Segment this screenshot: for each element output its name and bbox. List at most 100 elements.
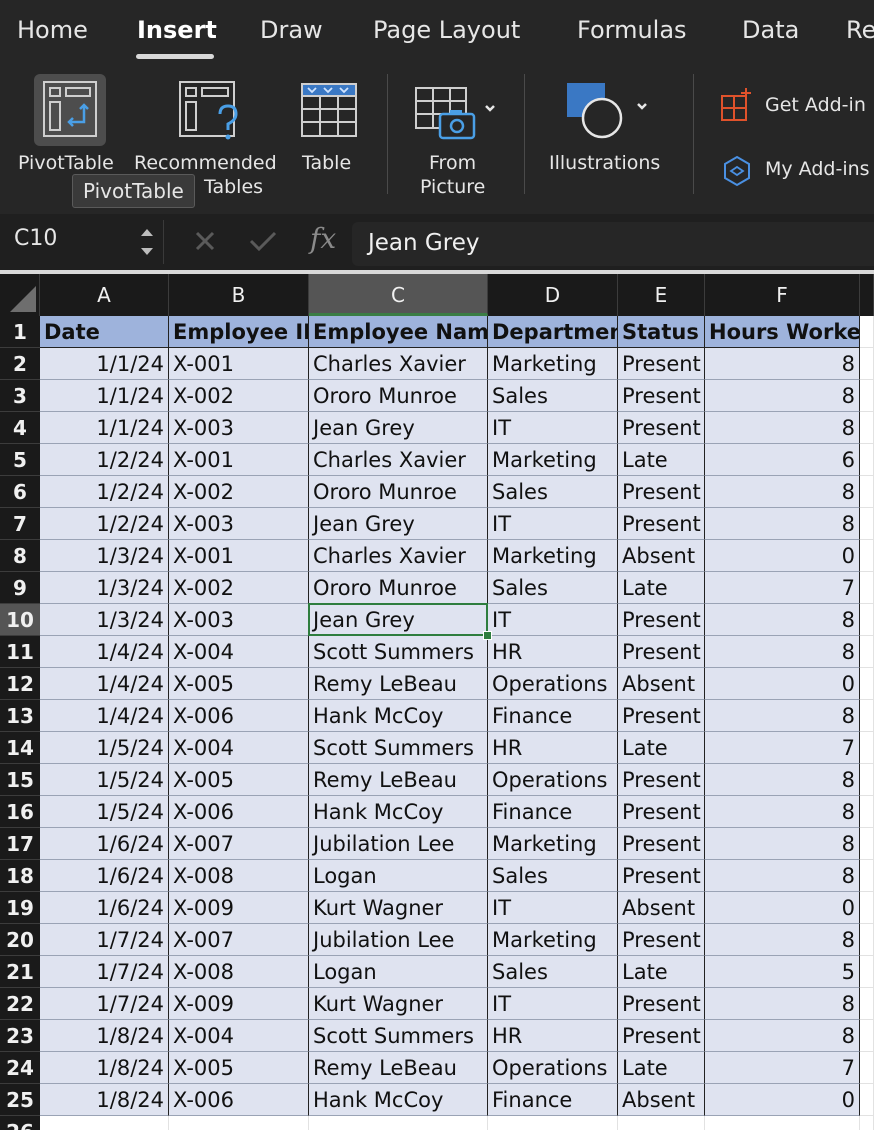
table-cell[interactable]: Present [618, 828, 705, 860]
table-cell[interactable]: Present [618, 700, 705, 732]
table-cell[interactable]: Late [618, 444, 705, 476]
table-cell[interactable]: 1/1/24 [40, 412, 169, 444]
table-cell[interactable]: Marketing [488, 348, 618, 380]
table-cell[interactable]: Late [618, 732, 705, 764]
table-cell[interactable]: Sales [488, 380, 618, 412]
table-cell[interactable]: Remy LeBeau [309, 668, 488, 700]
column-header-d[interactable]: D [488, 274, 618, 316]
table-cell[interactable]: Kurt Wagner [309, 988, 488, 1020]
table-cell[interactable]: Present [618, 604, 705, 636]
table-cell[interactable]: X-006 [169, 796, 309, 828]
table-cell[interactable]: Finance [488, 1084, 618, 1116]
row-header-16[interactable]: 16 [0, 796, 40, 828]
table-cell[interactable] [860, 988, 874, 1020]
table-cell[interactable]: 1/5/24 [40, 732, 169, 764]
table-cell[interactable]: HR [488, 732, 618, 764]
table-cell[interactable] [860, 604, 874, 636]
table-cell[interactable]: IT [488, 508, 618, 540]
table-cell[interactable] [860, 796, 874, 828]
row-header-14[interactable]: 14 [0, 732, 40, 764]
table-cell[interactable]: Scott Summers [309, 732, 488, 764]
row-header-8[interactable]: 8 [0, 540, 40, 572]
table-cell[interactable]: 0 [705, 668, 860, 700]
table-cell[interactable]: 0 [705, 1084, 860, 1116]
table-cell[interactable]: 1/4/24 [40, 700, 169, 732]
table-cell[interactable]: Present [618, 796, 705, 828]
table-cell[interactable]: Ororo Munroe [309, 380, 488, 412]
table-cell[interactable]: X-004 [169, 732, 309, 764]
table-cell[interactable]: Marketing [488, 924, 618, 956]
table-cell[interactable]: Sales [488, 572, 618, 604]
table-cell[interactable]: 1/4/24 [40, 636, 169, 668]
table-cell[interactable]: Jubilation Lee [309, 924, 488, 956]
table-cell[interactable]: 8 [705, 924, 860, 956]
table-cell[interactable]: 1/2/24 [40, 508, 169, 540]
table-cell[interactable]: 0 [705, 892, 860, 924]
table-cell[interactable]: 5 [705, 956, 860, 988]
table-cell[interactable]: Absent [618, 668, 705, 700]
table-cell[interactable] [705, 1116, 860, 1130]
table-cell[interactable]: 8 [705, 476, 860, 508]
table-cell[interactable] [860, 444, 874, 476]
tab-data[interactable]: Data [742, 16, 799, 44]
table-header-cell[interactable]: Employee Name [309, 316, 488, 348]
row-header-26[interactable]: 26 [0, 1116, 40, 1130]
row-header-2[interactable]: 2 [0, 348, 40, 380]
table-cell[interactable]: 1/6/24 [40, 828, 169, 860]
table-cell[interactable]: Remy LeBeau [309, 1052, 488, 1084]
column-header-c[interactable]: C [309, 274, 488, 316]
table-cell[interactable]: IT [488, 988, 618, 1020]
enter-check-icon[interactable] [248, 228, 278, 254]
table-cell[interactable]: 1/4/24 [40, 668, 169, 700]
table-cell[interactable]: Jean Grey [309, 508, 488, 540]
table-cell[interactable]: 8 [705, 988, 860, 1020]
table-cell[interactable]: Operations [488, 668, 618, 700]
table-cell[interactable]: 8 [705, 636, 860, 668]
table-cell[interactable]: Hank McCoy [309, 700, 488, 732]
table-cell[interactable]: 1/3/24 [40, 572, 169, 604]
insert-function-icon[interactable]: fx [310, 222, 336, 255]
table-cell[interactable]: X-001 [169, 348, 309, 380]
table-cell[interactable]: Sales [488, 476, 618, 508]
row-header-1[interactable]: 1 [0, 316, 40, 348]
row-header-23[interactable]: 23 [0, 1020, 40, 1052]
table-cell[interactable]: Late [618, 956, 705, 988]
table-cell[interactable] [860, 732, 874, 764]
table-cell[interactable]: 8 [705, 796, 860, 828]
row-header-24[interactable]: 24 [0, 1052, 40, 1084]
table-cell[interactable]: 1/1/24 [40, 348, 169, 380]
table-cell[interactable]: 8 [705, 348, 860, 380]
table-cell[interactable]: Charles Xavier [309, 348, 488, 380]
row-header-4[interactable]: 4 [0, 412, 40, 444]
table-header-cell[interactable]: Employee ID [169, 316, 309, 348]
table-cell[interactable]: 8 [705, 828, 860, 860]
table-cell[interactable] [860, 700, 874, 732]
row-header-7[interactable]: 7 [0, 508, 40, 540]
table-cell[interactable]: X-001 [169, 540, 309, 572]
table-cell[interactable]: 6 [705, 444, 860, 476]
table-cell[interactable]: Marketing [488, 540, 618, 572]
column-header-e[interactable]: E [618, 274, 705, 316]
table-cell[interactable]: X-003 [169, 412, 309, 444]
table-cell[interactable]: Hank McCoy [309, 1084, 488, 1116]
column-header-a[interactable]: A [40, 274, 169, 316]
row-header-5[interactable]: 5 [0, 444, 40, 476]
tab-review-partial[interactable]: Re [846, 16, 874, 44]
table-cell[interactable]: 1/7/24 [40, 924, 169, 956]
table-cell[interactable]: 1/5/24 [40, 796, 169, 828]
row-header-3[interactable]: 3 [0, 380, 40, 412]
row-header-25[interactable]: 25 [0, 1084, 40, 1116]
row-header-22[interactable]: 22 [0, 988, 40, 1020]
table-cell[interactable]: X-004 [169, 1020, 309, 1052]
tab-draw[interactable]: Draw [260, 16, 323, 44]
table-cell[interactable]: Present [618, 924, 705, 956]
table-cell[interactable]: 1/7/24 [40, 956, 169, 988]
select-all-corner[interactable] [0, 274, 40, 316]
table-cell[interactable]: Present [618, 348, 705, 380]
table-cell[interactable]: Present [618, 412, 705, 444]
table-cell[interactable]: Present [618, 636, 705, 668]
table-cell[interactable] [860, 316, 874, 348]
table-cell[interactable]: 7 [705, 572, 860, 604]
table-cell[interactable]: Kurt Wagner [309, 892, 488, 924]
table-cell[interactable]: X-005 [169, 668, 309, 700]
